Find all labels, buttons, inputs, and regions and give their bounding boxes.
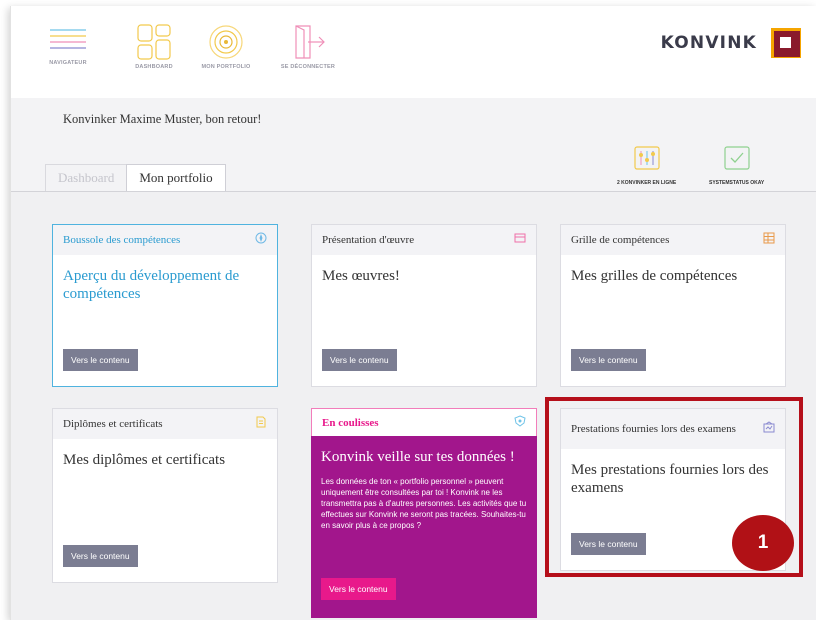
portfolio-rings-icon (206, 24, 246, 60)
card-title: Présentation d'œuvre (322, 234, 415, 246)
tab-bar: Dashboard Mon portfolio (45, 164, 226, 192)
card-header: Grille de compétences (561, 225, 785, 255)
top-navigation: NAVIGATEUR DASHBOARD MON PORTFOLIO SE DÉ… (11, 6, 816, 98)
tab-dashboard[interactable]: Dashboard (45, 164, 128, 192)
status-system[interactable]: SYSTEMSTATUS OKAY (709, 146, 764, 186)
vers-le-contenu-button[interactable]: Vers le contenu (321, 578, 396, 600)
nav-logout-label: SE DÉCONNECTER (280, 64, 336, 70)
compass-icon (255, 231, 267, 249)
card-presentation-oeuvre: Présentation d'œuvre Mes œuvres! Vers le… (311, 224, 537, 387)
card-header: Diplômes et certificats (53, 409, 277, 439)
card-grille-competences: Grille de compétences Mes grilles de com… (560, 224, 786, 387)
nav-navigateur[interactable]: NAVIGATEUR (23, 24, 113, 66)
presentation-icon (514, 231, 526, 249)
card-heading: Aperçu du développement de compétences (63, 268, 240, 302)
status-online-label: 2 KONVINKER EN LIGNE (617, 180, 677, 186)
logo-text: KONVINK (660, 33, 757, 53)
vers-le-contenu-button[interactable]: Vers le contenu (571, 349, 646, 371)
nav-navigateur-label: NAVIGATEUR (49, 60, 87, 66)
card-heading: Konvink veille sur tes données ! (321, 449, 515, 465)
vers-le-contenu-button[interactable]: Vers le contenu (322, 349, 397, 371)
konvink-logo[interactable]: KONVINK (661, 28, 801, 58)
step-badge: 1 (732, 515, 794, 571)
nav-mon-portfolio[interactable]: MON PORTFOLIO (181, 24, 271, 70)
card-title: En coulisses (322, 416, 379, 429)
card-heading: Mes diplômes et certificats (63, 452, 226, 468)
card-en-coulisses: En coulisses Konvink veille sur tes donn… (311, 408, 537, 618)
card-title: Boussole des compétences (63, 234, 181, 246)
privacy-text: Les données de ton « portfolio personnel… (321, 477, 527, 530)
shield-icon (514, 414, 526, 432)
status-online[interactable]: 2 KONVINKER EN LIGNE (617, 146, 676, 186)
tab-mon-portfolio[interactable]: Mon portfolio (126, 164, 226, 192)
card-title: Grille de compétences (571, 234, 670, 246)
certificate-icon (255, 415, 267, 433)
logout-door-icon (288, 24, 328, 60)
check-icon (723, 146, 750, 175)
nav-logout[interactable]: SE DÉCONNECTER (263, 24, 353, 70)
dashboard-grid-icon (133, 24, 175, 60)
card-heading: Mes grilles de compétences (571, 268, 738, 284)
card-header: Boussole des compétences (53, 225, 277, 255)
card-heading: Mes œuvres! (322, 268, 400, 284)
card-title: Diplômes et certificats (63, 418, 163, 430)
vers-le-contenu-button[interactable]: Vers le contenu (63, 545, 138, 567)
greeting-text: Konvinker Maxime Muster, bon retour! (63, 112, 262, 126)
card-diplomes: Diplômes et certificats Mes diplômes et … (52, 408, 278, 583)
card-header: Présentation d'œuvre (312, 225, 536, 255)
logo-mark-icon (771, 28, 801, 58)
card-boussole: Boussole des compétences Aperçu du dével… (52, 224, 278, 387)
card-header: En coulisses (311, 408, 537, 436)
status-system-label: SYSTEMSTATUS OKAY (709, 180, 765, 186)
vers-le-contenu-button[interactable]: Vers le contenu (63, 349, 138, 371)
nav-mon-portfolio-label: MON PORTFOLIO (201, 64, 251, 70)
grid-icon (763, 231, 775, 249)
equalizer-icon (633, 146, 660, 175)
nav-dashboard-label: DASHBOARD (135, 64, 173, 70)
hamburger-menu-icon (47, 24, 89, 54)
